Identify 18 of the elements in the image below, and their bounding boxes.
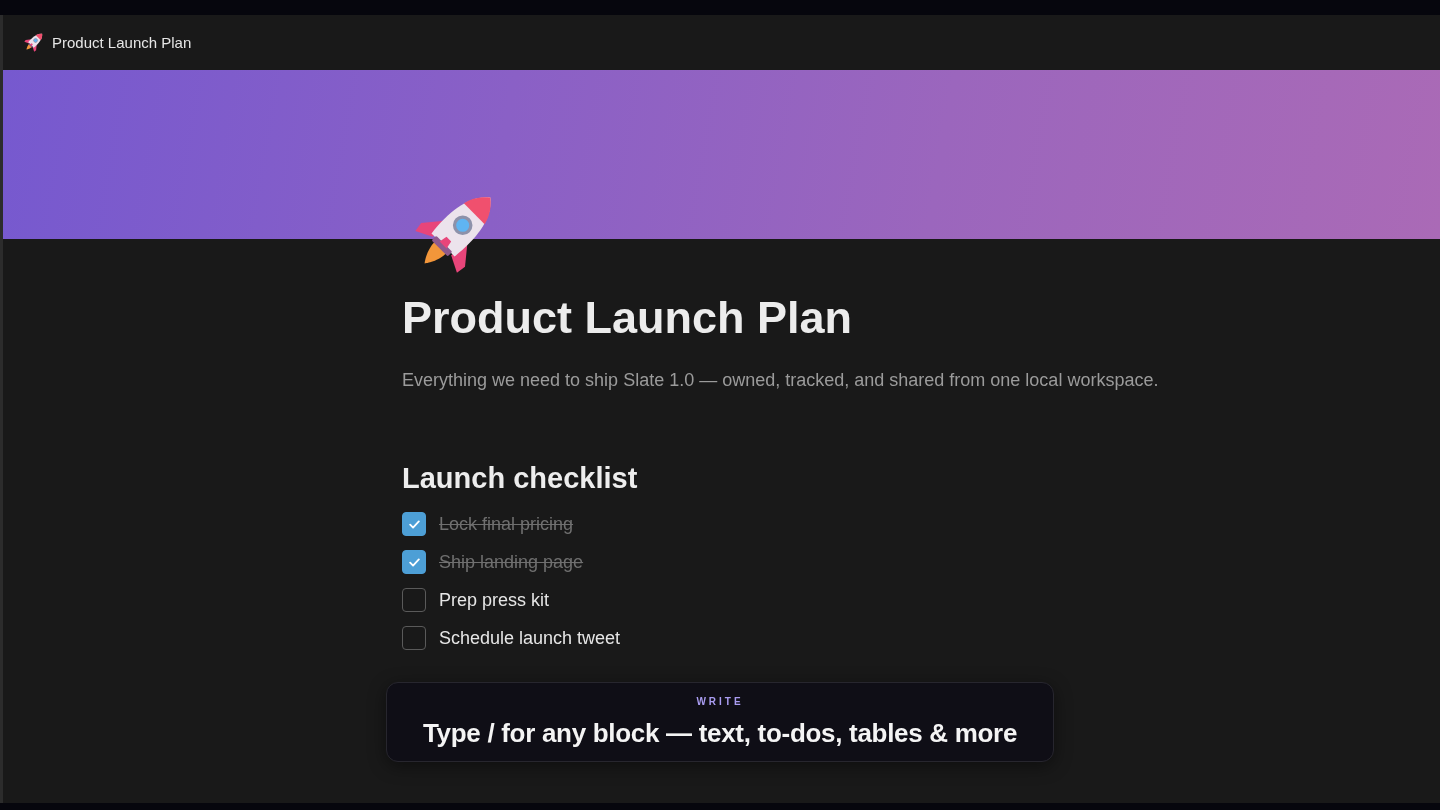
checkbox[interactable]: [402, 550, 426, 574]
page-description: Everything we need to ship Slate 1.0 — owned, tracked, and shared from one local workspace.: [402, 369, 1159, 392]
rocket-icon: [24, 33, 43, 52]
todo-text: Prep press kit: [439, 589, 550, 612]
todo-text: Schedule launch tweet: [439, 627, 621, 650]
todo-text: Ship landing page: [439, 551, 584, 574]
page-breadcrumb[interactable]: Product Launch Plan: [22, 28, 194, 57]
rocket-icon[interactable]: [414, 194, 494, 274]
checkmark-icon: [408, 557, 420, 567]
caption-text: Type / for any block — text, to-dos, tables & more: [422, 717, 1018, 750]
checkmark-icon: [408, 519, 420, 529]
checkbox[interactable]: [402, 626, 426, 650]
section-heading: Launch checklist: [402, 461, 638, 496]
checkbox[interactable]: [402, 512, 426, 536]
page-title: Product Launch Plan: [402, 291, 853, 345]
checkbox[interactable]: [402, 588, 426, 612]
todo-text: Lock final pricing: [439, 513, 574, 536]
caption-label: WRITE: [696, 695, 744, 709]
